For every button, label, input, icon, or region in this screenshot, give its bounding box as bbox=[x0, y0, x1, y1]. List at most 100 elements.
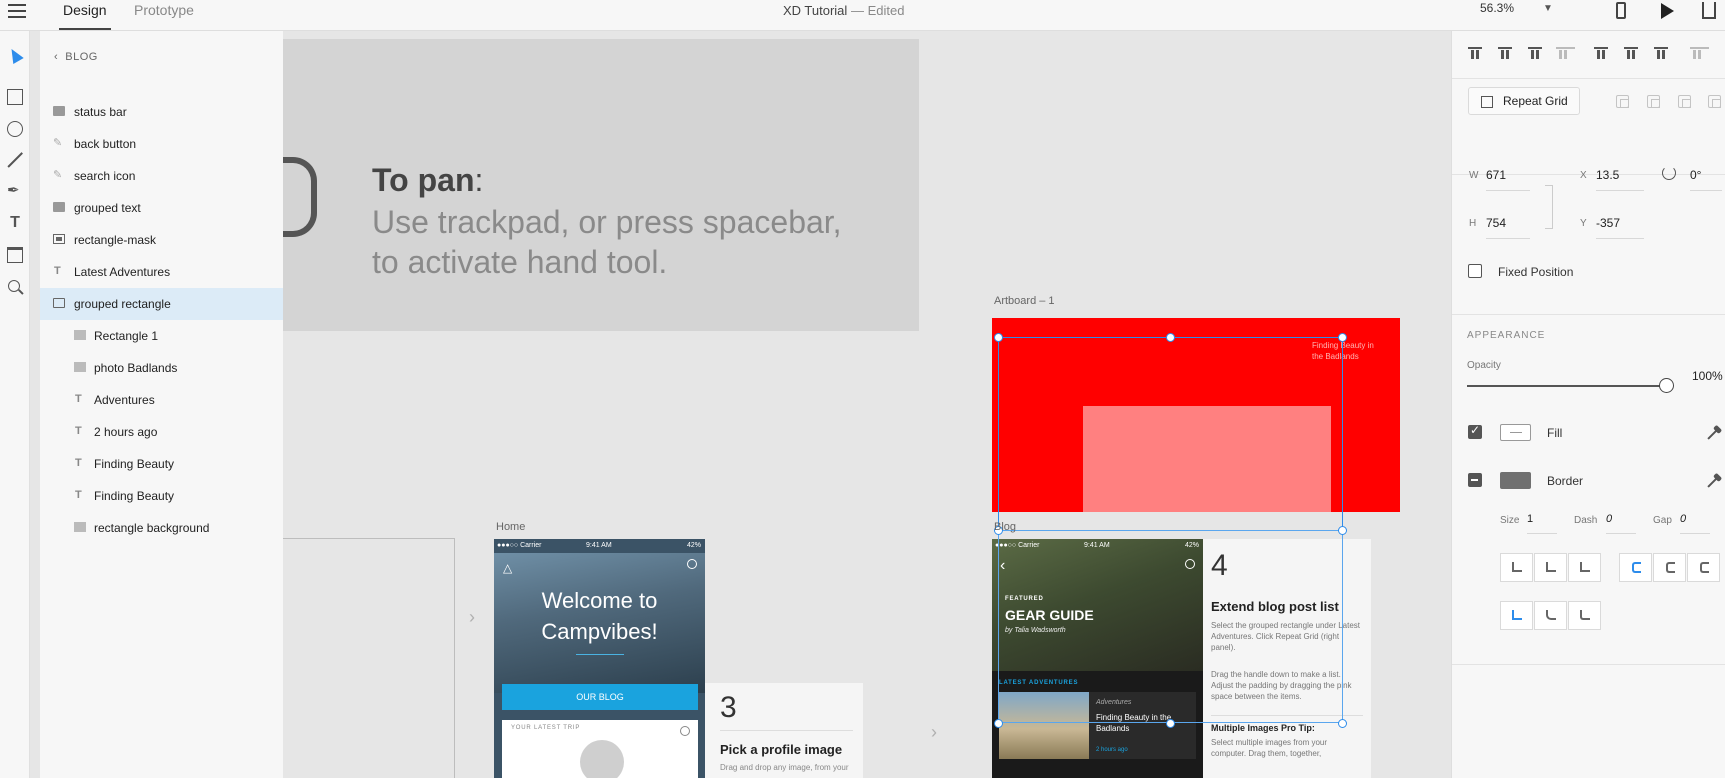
fill-color-swatch[interactable] bbox=[1500, 424, 1531, 441]
size-underline bbox=[1527, 533, 1557, 534]
x-input[interactable]: 13.5 bbox=[1596, 168, 1619, 182]
design-canvas[interactable]: To pan: Use trackpad, or press spacebar,… bbox=[283, 31, 1451, 778]
resize-handle[interactable] bbox=[1166, 333, 1175, 342]
select-tool-icon[interactable] bbox=[6, 45, 24, 65]
ellipse-tool-icon[interactable] bbox=[7, 121, 23, 137]
gap-underline bbox=[1680, 533, 1710, 534]
align-center-icon[interactable] bbox=[1624, 47, 1638, 61]
play-icon[interactable] bbox=[1661, 3, 1674, 19]
home-artboard[interactable]: ●●●○○ Carrier 9:41 AM 42% △ Welcome to C… bbox=[494, 539, 705, 778]
layers-back-link[interactable]: ‹ BLOG bbox=[54, 51, 98, 63]
border-checkbox[interactable] bbox=[1468, 473, 1482, 487]
border-center-button[interactable] bbox=[1534, 553, 1567, 582]
border-color-swatch[interactable] bbox=[1500, 472, 1531, 489]
home-artboard-label[interactable]: Home bbox=[496, 521, 525, 533]
y-input[interactable]: -357 bbox=[1596, 216, 1620, 230]
blog-artboard[interactable]: ●●●○○ Carrier 9:41 AM 42% ‹ FEATURED GEA… bbox=[992, 539, 1203, 778]
card-title: YOUR LATEST TRIP bbox=[511, 725, 581, 731]
layer-item[interactable]: ✎ back button bbox=[40, 128, 283, 160]
artboard1-label[interactable]: Artboard – 1 bbox=[994, 295, 1055, 307]
cap-round-button[interactable] bbox=[1653, 553, 1686, 582]
pen-tool-icon[interactable]: ✒ bbox=[7, 183, 23, 199]
align-middle-icon[interactable] bbox=[1498, 47, 1512, 61]
x-label: X bbox=[1580, 170, 1587, 181]
text-tool-icon[interactable]: T bbox=[7, 215, 23, 231]
width-label: W bbox=[1469, 170, 1479, 181]
width-underline bbox=[1486, 190, 1530, 191]
zoom-tool-icon[interactable] bbox=[8, 280, 20, 292]
join-bevel-button[interactable] bbox=[1568, 601, 1601, 630]
pink-rectangle[interactable] bbox=[1083, 406, 1331, 512]
layer-item[interactable]: grouped text bbox=[40, 192, 283, 224]
rotation-input[interactable]: 0° bbox=[1690, 168, 1701, 182]
artboard-1[interactable]: Finding Beauty in the Badlands bbox=[992, 318, 1400, 512]
layer-item-selected[interactable]: grouped rectangle bbox=[40, 288, 283, 320]
resize-handle[interactable] bbox=[994, 719, 1003, 728]
gap-input[interactable]: 0 bbox=[1680, 513, 1686, 525]
tab-prototype[interactable]: Prototype bbox=[134, 2, 194, 18]
layer-item[interactable]: T Finding Beauty bbox=[40, 448, 283, 480]
distribute-horizontal-icon[interactable] bbox=[1690, 47, 1704, 61]
layer-item[interactable]: T Finding Beauty bbox=[40, 480, 283, 512]
resize-handle[interactable] bbox=[1166, 719, 1175, 728]
boolean-add-icon[interactable] bbox=[1616, 95, 1629, 108]
height-input[interactable]: 754 bbox=[1486, 216, 1506, 230]
layer-item[interactable]: T Adventures bbox=[40, 384, 283, 416]
blog-artboard-label[interactable]: Blog bbox=[994, 521, 1016, 533]
line-tool-icon[interactable] bbox=[7, 152, 23, 168]
text-icon: T bbox=[54, 265, 61, 277]
opacity-value[interactable]: 100% bbox=[1692, 369, 1723, 383]
border-size-input[interactable]: 1 bbox=[1527, 513, 1533, 525]
layer-item[interactable]: T 2 hours ago bbox=[40, 416, 283, 448]
border-inner-button[interactable] bbox=[1500, 553, 1533, 582]
offscreen-artboard[interactable] bbox=[283, 538, 455, 778]
boolean-exclude-icon[interactable] bbox=[1708, 95, 1721, 108]
zoom-level[interactable]: 56.3% bbox=[1480, 1, 1514, 15]
boolean-subtract-icon[interactable] bbox=[1647, 95, 1660, 108]
border-outer-button[interactable] bbox=[1568, 553, 1601, 582]
share-icon[interactable] bbox=[1702, 2, 1716, 19]
opacity-slider-handle[interactable] bbox=[1659, 378, 1674, 393]
dash-input[interactable]: 0 bbox=[1606, 513, 1612, 525]
avatar bbox=[580, 740, 624, 778]
cap-square-button[interactable] bbox=[1687, 553, 1720, 582]
resize-handle[interactable] bbox=[994, 333, 1003, 342]
repeat-grid-button[interactable]: Repeat Grid bbox=[1468, 87, 1580, 115]
rectangle-tool-icon[interactable] bbox=[7, 89, 23, 105]
search-icon bbox=[1185, 559, 1195, 569]
layer-item[interactable]: ✎ search icon bbox=[40, 160, 283, 192]
layer-item[interactable]: rectangle-mask bbox=[40, 224, 283, 256]
layer-label: photo Badlands bbox=[94, 361, 178, 375]
artboard-tool-icon[interactable] bbox=[7, 247, 23, 263]
hamburger-menu-icon[interactable] bbox=[8, 4, 26, 18]
cap-butt-button[interactable] bbox=[1619, 553, 1652, 582]
layer-item[interactable]: T Latest Adventures bbox=[40, 256, 283, 288]
layer-item[interactable]: photo Badlands bbox=[40, 352, 283, 384]
resize-handle[interactable] bbox=[1338, 333, 1347, 342]
align-right-icon[interactable] bbox=[1654, 47, 1668, 61]
dash-label: Dash bbox=[1574, 515, 1598, 526]
fill-checkbox[interactable] bbox=[1468, 423, 1482, 439]
align-left-icon[interactable] bbox=[1594, 47, 1608, 61]
layer-item[interactable]: Rectangle 1 bbox=[40, 320, 283, 352]
join-round-button[interactable] bbox=[1534, 601, 1567, 630]
device-preview-icon[interactable] bbox=[1616, 2, 1626, 19]
width-input[interactable]: 671 bbox=[1486, 168, 1506, 182]
document-name: XD Tutorial bbox=[783, 3, 848, 18]
align-top-icon[interactable] bbox=[1468, 47, 1482, 61]
align-bottom-icon[interactable] bbox=[1528, 47, 1542, 61]
tutorial-step-4: 4 Extend blog post list Select the group… bbox=[1203, 539, 1371, 778]
join-miter-button[interactable] bbox=[1500, 601, 1533, 630]
resize-handle[interactable] bbox=[1338, 719, 1347, 728]
opacity-slider-track[interactable] bbox=[1467, 385, 1666, 387]
fixed-position-checkbox[interactable] bbox=[1468, 264, 1482, 278]
distribute-vertical-icon[interactable] bbox=[1556, 47, 1570, 61]
resize-handle[interactable] bbox=[1338, 526, 1347, 535]
boolean-intersect-icon[interactable] bbox=[1678, 95, 1691, 108]
layer-item[interactable]: status bar bbox=[40, 96, 283, 128]
chevron-down-icon[interactable]: ▼ bbox=[1543, 3, 1553, 14]
layer-item[interactable]: rectangle background bbox=[40, 512, 283, 544]
tab-design[interactable]: Design bbox=[59, 2, 111, 30]
status-bar: ●●●○○ Carrier 9:41 AM 42% bbox=[995, 542, 1199, 549]
aspect-lock-icon[interactable] bbox=[1545, 185, 1553, 229]
